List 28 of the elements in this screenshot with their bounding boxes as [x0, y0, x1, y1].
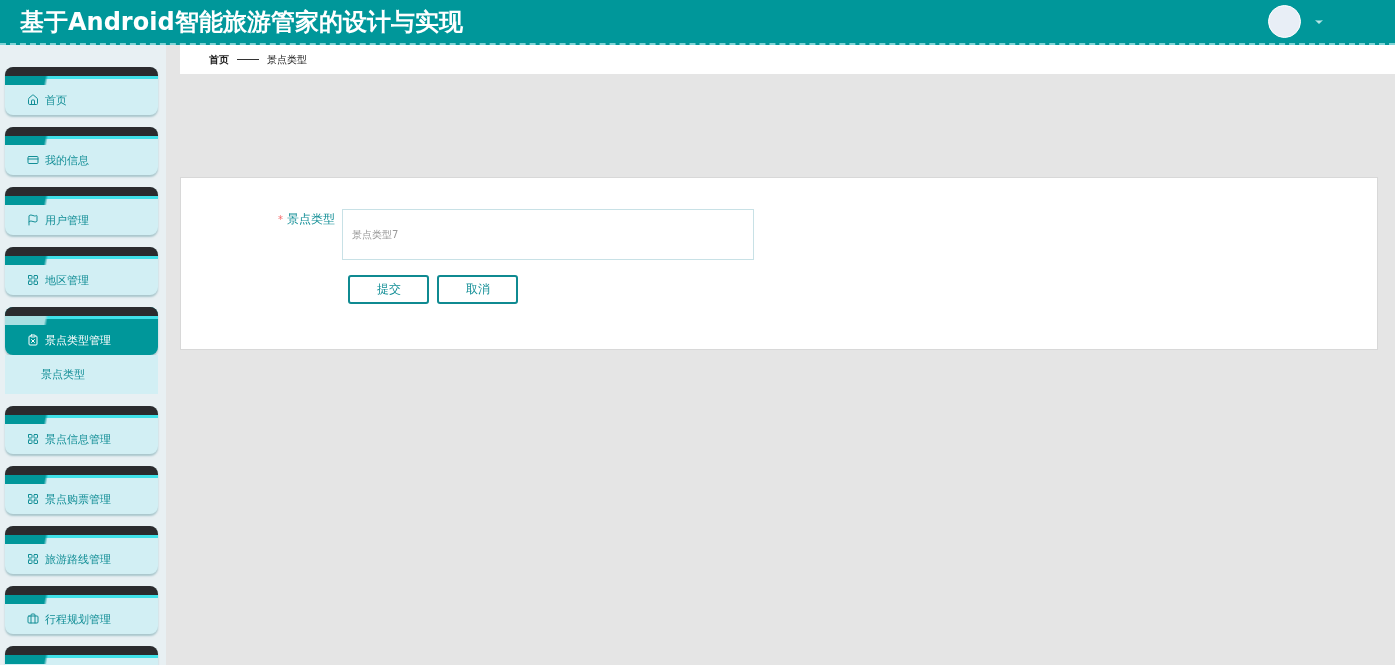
sidebar-item[interactable]: 景点类型管理 [5, 307, 158, 355]
submenu-item[interactable]: 景点类型 [5, 363, 158, 386]
sidebar-item[interactable]: 景点信息管理 [5, 406, 158, 454]
sidebar-item[interactable]: 地区管理 [5, 247, 158, 295]
cancel-button[interactable]: 取消 [437, 275, 518, 304]
card-icon [27, 154, 39, 166]
briefcase-icon [27, 613, 39, 625]
required-mark: * [278, 214, 283, 225]
grid-icon [27, 433, 39, 445]
clipboard-icon [27, 334, 39, 346]
breadcrumb-item: 景点类型 [267, 52, 307, 67]
grid-icon [27, 274, 39, 286]
sidebar-item[interactable]: 旅游路线管理 [5, 526, 158, 574]
field-label-text: 景点类型 [287, 212, 335, 226]
sidebar-item[interactable]: 用户管理 [5, 187, 158, 235]
app-title: 基于Android智能旅游管家的设计与实现 [20, 6, 464, 38]
input-field[interactable]: 景点类型7 [342, 209, 754, 260]
flag-icon [27, 214, 39, 226]
sidebar-item[interactable]: 景点购票管理 [5, 466, 158, 514]
sidebar-item[interactable]: 我的信息 [5, 127, 158, 175]
submit-button[interactable]: 提交 [348, 275, 429, 304]
sidebar-item[interactable]: 首页 [5, 67, 158, 115]
home-icon [27, 94, 39, 106]
grid-icon [27, 493, 39, 505]
grid-icon [27, 553, 39, 565]
sidebar-item[interactable]: 行程规划管理 [5, 586, 158, 634]
breadcrumb-item[interactable]: 首页 [209, 52, 229, 67]
user-avatar[interactable] [1268, 5, 1301, 38]
